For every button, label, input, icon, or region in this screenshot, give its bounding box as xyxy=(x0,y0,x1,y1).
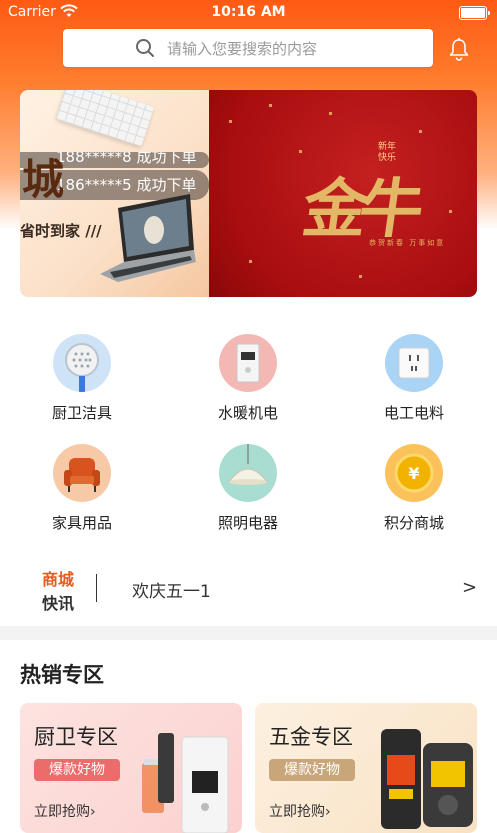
confetti xyxy=(419,130,422,133)
shower-head-icon xyxy=(53,334,111,392)
search-bar[interactable]: 请输入您要搜索的内容 xyxy=(63,29,433,67)
category-furniture[interactable]: 家具用品 xyxy=(32,444,132,533)
kitchen-appliance-image xyxy=(142,733,229,833)
chevron-right-icon[interactable]: > xyxy=(462,577,477,598)
laptop-image xyxy=(100,194,196,282)
category-label: 电工电料 xyxy=(383,404,444,422)
confetti xyxy=(449,210,452,213)
card-badge: 爆款好物 xyxy=(269,759,355,781)
section-divider xyxy=(0,626,497,640)
card-title: 五金专区 xyxy=(269,725,353,749)
confetti xyxy=(229,120,232,123)
confetti xyxy=(329,112,332,115)
news-headline[interactable]: 欢庆五一1 xyxy=(132,577,211,602)
battery-icon xyxy=(459,6,490,20)
armchair-icon xyxy=(53,444,111,502)
confetti xyxy=(359,275,362,278)
promo-carousel[interactable]: 188*****8 成功下单 186*****5 成功下单 城 省时到家 ///… xyxy=(20,90,477,297)
category-kitchen-bath[interactable]: 厨卫洁具 xyxy=(32,334,132,423)
power-socket-icon xyxy=(385,334,443,392)
water-heater-icon xyxy=(219,334,277,392)
category-plumbing[interactable]: 水暖机电 xyxy=(198,334,298,423)
calligraphy-title: 金牛 xyxy=(297,172,421,247)
category-points-mall[interactable]: ¥ 积分商城 xyxy=(364,444,464,533)
status-bar: Carrier 10:16 AM xyxy=(0,0,497,26)
news-brand-bottom: 快讯 xyxy=(42,594,75,613)
news-brand-top: 商城 xyxy=(42,570,75,589)
news-separator xyxy=(96,574,97,602)
pendant-lamp-icon xyxy=(219,444,277,502)
hardware-tool-image xyxy=(381,729,473,829)
search-icon xyxy=(136,39,154,57)
search-placeholder[interactable]: 请输入您要搜索的内容 xyxy=(167,38,317,59)
buy-now-link[interactable]: 立即抢购› xyxy=(269,801,331,821)
hot-section-title: 热销专区 xyxy=(20,663,104,687)
hot-card-hardware[interactable]: 五金专区 爆款好物 立即抢购› xyxy=(255,703,477,833)
hot-card-kitchen[interactable]: 厨卫专区 爆款好物 立即抢购› xyxy=(20,703,242,833)
banner-slide-appliances[interactable]: 188*****8 成功下单 186*****5 成功下单 城 省时到家 /// xyxy=(20,90,209,297)
category-label: 水暖机电 xyxy=(217,404,278,422)
clock: 10:16 AM xyxy=(211,4,286,20)
category-label: 积分商城 xyxy=(383,514,444,532)
category-label: 厨卫洁具 xyxy=(51,404,112,422)
category-lighting[interactable]: 照明电器 xyxy=(198,444,298,533)
news-ticker[interactable]: 商城 快讯 欢庆五一1 > xyxy=(0,562,497,616)
confetti xyxy=(299,150,302,153)
confetti xyxy=(269,104,272,107)
category-electrical[interactable]: 电工电料 xyxy=(364,334,464,423)
category-label: 照明电器 xyxy=(217,514,278,532)
card-title: 厨卫专区 xyxy=(34,725,118,749)
coin-icon: ¥ xyxy=(385,444,443,502)
keyboard-image xyxy=(55,90,155,147)
confetti xyxy=(249,260,252,263)
card-badge: 爆款好物 xyxy=(34,759,120,781)
svg-text:¥: ¥ xyxy=(408,464,419,483)
banner-big-char: 城 xyxy=(22,155,65,204)
banner-slide-new-year[interactable]: 新年快乐 金牛 恭贺新春 万事如意 xyxy=(209,90,477,297)
category-label: 家具用品 xyxy=(51,514,112,532)
buy-now-link[interactable]: 立即抢购› xyxy=(34,801,96,821)
bell-icon[interactable] xyxy=(448,37,470,61)
calligraphy-subtitle: 恭贺新春 万事如意 xyxy=(369,239,446,247)
banner-slogan: 省时到家 /// xyxy=(20,222,102,240)
